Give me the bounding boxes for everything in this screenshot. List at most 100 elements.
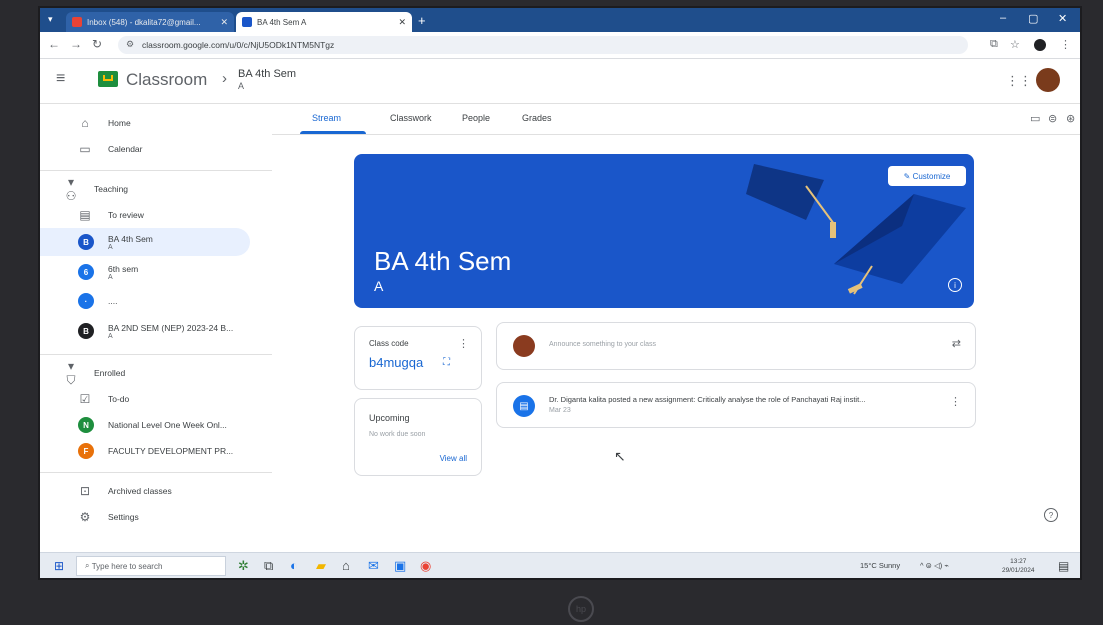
announce-card[interactable]: Announce something to your class ⇄: [496, 322, 976, 370]
chevron-down-icon[interactable]: ▾: [48, 14, 53, 25]
sidebar-item-label: Home: [108, 118, 131, 128]
browser-tab-classroom[interactable]: BA 4th Sem A ✕: [236, 12, 412, 32]
checklist-icon: ☑: [79, 392, 91, 406]
browser-tab-strip: ▾ Inbox (548) - dkalita72@gmail... ✕ BA …: [40, 8, 1080, 32]
sidebar-item-ba-2nd-sem[interactable]: B BA 2ND SEM (NEP) 2023-24 B... A: [40, 316, 272, 346]
calendar-icon[interactable]: ▭: [1030, 112, 1040, 125]
gear-icon: ⚙: [79, 510, 91, 524]
tab-classwork[interactable]: Classwork: [390, 113, 432, 123]
class-code-card: Class code ⋮ b4mugqa ⛶: [354, 326, 482, 390]
cast-icon[interactable]: ⧉: [990, 38, 998, 51]
mail-icon[interactable]: ✉: [368, 558, 379, 574]
apps-grid-icon[interactable]: ⋮⋮: [1006, 73, 1032, 89]
app-title[interactable]: Classroom: [126, 70, 207, 90]
class-avatar: 6: [78, 264, 94, 280]
sidebar-item-label: BA 2ND SEM (NEP) 2023-24 B... A: [108, 322, 234, 340]
breadcrumb[interactable]: BA 4th Sem A: [238, 68, 296, 92]
sidebar-item-home[interactable]: ⌂ Home: [40, 110, 272, 136]
avatar: [513, 335, 535, 357]
home-icon: ⌂: [81, 116, 89, 130]
minimize-icon[interactable]: –: [1000, 12, 1006, 24]
class-avatar: B: [78, 234, 94, 250]
sidebar-item-label: To-do: [108, 394, 130, 404]
tab-grades[interactable]: Grades: [522, 113, 552, 123]
file-explorer-icon[interactable]: ▰: [316, 558, 326, 574]
sidebar-item-teaching[interactable]: ▾ ⚇ Teaching: [40, 175, 272, 203]
class-avatar: F: [78, 443, 94, 459]
forward-icon[interactable]: →: [70, 37, 82, 51]
tab-people[interactable]: People: [462, 113, 490, 123]
browser-tab-gmail[interactable]: Inbox (548) - dkalita72@gmail... ✕: [66, 12, 234, 32]
edge-icon[interactable]: ◐: [290, 558, 298, 573]
sidebar-item-archived[interactable]: ⊡ Archived classes: [40, 478, 272, 504]
tab-stream[interactable]: Stream: [312, 113, 341, 123]
class-code-value: b4mugqa: [369, 355, 424, 370]
mouse-cursor-icon: ↖: [614, 448, 626, 464]
back-icon[interactable]: ←: [48, 37, 60, 51]
laptop-screen: ▾ Inbox (548) - dkalita72@gmail... ✕ BA …: [40, 8, 1080, 578]
widget-icon[interactable]: ✲: [238, 558, 249, 574]
sidebar-item-enrolled[interactable]: ▾ ⛉ Enrolled: [40, 359, 272, 387]
class-title: BA 4th Sem: [374, 246, 512, 276]
view-all-link[interactable]: View all: [440, 454, 467, 463]
fullscreen-icon[interactable]: ⛶: [443, 357, 450, 368]
taskbar-search-input[interactable]: ⌕ Type here to search: [76, 556, 226, 576]
class-avatar: ·: [78, 293, 94, 309]
sidebar-item-6th-sem[interactable]: 6 6th sem A: [40, 258, 272, 286]
drive-folder-icon[interactable]: ⊜: [1048, 112, 1057, 125]
tab-label: Inbox (548) - dkalita72@gmail...: [87, 17, 201, 27]
more-options-icon[interactable]: ⋮: [458, 337, 469, 350]
repost-icon[interactable]: ⇄: [952, 337, 961, 350]
system-tray-icons[interactable]: ^ ⊜ ◁) ⌁: [920, 561, 949, 570]
reload-icon[interactable]: ↻: [92, 37, 102, 51]
hamburger-menu-icon[interactable]: ≡: [56, 70, 65, 88]
sidebar-item-dots-class[interactable]: · ....: [40, 288, 272, 314]
sidebar-item-calendar[interactable]: ▭ Calendar: [40, 136, 272, 162]
review-icon: ▤: [79, 208, 91, 222]
sidebar-item-ba-4th-sem[interactable]: B BA 4th Sem A: [40, 228, 250, 256]
upcoming-empty: No work due soon: [369, 431, 426, 438]
more-options-icon[interactable]: ⋮: [950, 395, 961, 408]
close-icon[interactable]: ✕: [398, 17, 406, 28]
taskbar-clock[interactable]: 13:27 29/01/2024: [1002, 557, 1035, 575]
media-icon[interactable]: ▣: [394, 558, 406, 574]
chrome-icon[interactable]: ◉: [420, 558, 431, 574]
notification-icon[interactable]: ▤: [1058, 559, 1069, 573]
weather-text[interactable]: 15°C Sunny: [860, 561, 900, 570]
upcoming-card: Upcoming No work due soon View all: [354, 398, 482, 476]
sidebar-item-to-do[interactable]: ☑ To-do: [40, 386, 272, 412]
sidebar-divider: [40, 354, 272, 355]
class-code-label: Class code: [369, 339, 409, 348]
help-icon[interactable]: ?: [1044, 508, 1058, 522]
customize-button[interactable]: ✎ Customize: [888, 166, 966, 186]
post-text[interactable]: Dr. Diganta kalita posted a new assignme…: [549, 395, 865, 404]
menu-icon[interactable]: ⋮: [1060, 38, 1071, 51]
sidebar-item-to-review[interactable]: ▤ To review: [40, 202, 272, 228]
calendar-icon: ▭: [79, 142, 91, 156]
search-placeholder: Type here to search: [91, 561, 163, 571]
bookmark-star-icon[interactable]: ☆: [1010, 38, 1020, 51]
maximize-icon[interactable]: ▢: [1028, 12, 1038, 25]
settings-icon[interactable]: ⊛: [1066, 112, 1075, 125]
classroom-logo[interactable]: [98, 71, 118, 87]
avatar[interactable]: [1036, 68, 1060, 92]
sidebar-item-national-level[interactable]: N National Level One Week Onl...: [40, 412, 272, 438]
address-bar[interactable]: ⚙ classroom.google.com/u/0/c/NjU5ODk1NTM…: [118, 36, 968, 54]
class-tabs: Stream Classwork People Grades ▭ ⊜ ⊛: [272, 104, 1080, 135]
task-view-icon[interactable]: ⧉: [264, 558, 273, 574]
info-icon[interactable]: i: [948, 278, 962, 292]
windows-taskbar: ⊞ ⌕ Type here to search ✲ ⧉ ◐ ▰ ⌂ ✉ ▣ ◉ …: [40, 552, 1080, 578]
plus-icon[interactable]: +: [418, 13, 426, 28]
sidebar-item-settings[interactable]: ⚙ Settings: [40, 504, 272, 530]
site-settings-icon[interactable]: ⚙: [126, 39, 134, 50]
sidebar-item-label: BA 4th Sem A: [108, 233, 153, 251]
windows-start-icon[interactable]: ⊞: [54, 559, 64, 573]
profile-icon[interactable]: [1034, 39, 1046, 51]
close-icon[interactable]: ✕: [220, 17, 228, 28]
assignment-post-card[interactable]: ▤ Dr. Diganta kalita posted a new assign…: [496, 382, 976, 428]
class-avatar: B: [78, 323, 94, 339]
store-icon[interactable]: ⌂: [342, 558, 350, 573]
announce-input[interactable]: Announce something to your class: [549, 341, 656, 348]
sidebar-item-faculty-development[interactable]: F FACULTY DEVELOPMENT PR...: [40, 438, 272, 464]
close-icon[interactable]: ✕: [1058, 12, 1067, 25]
